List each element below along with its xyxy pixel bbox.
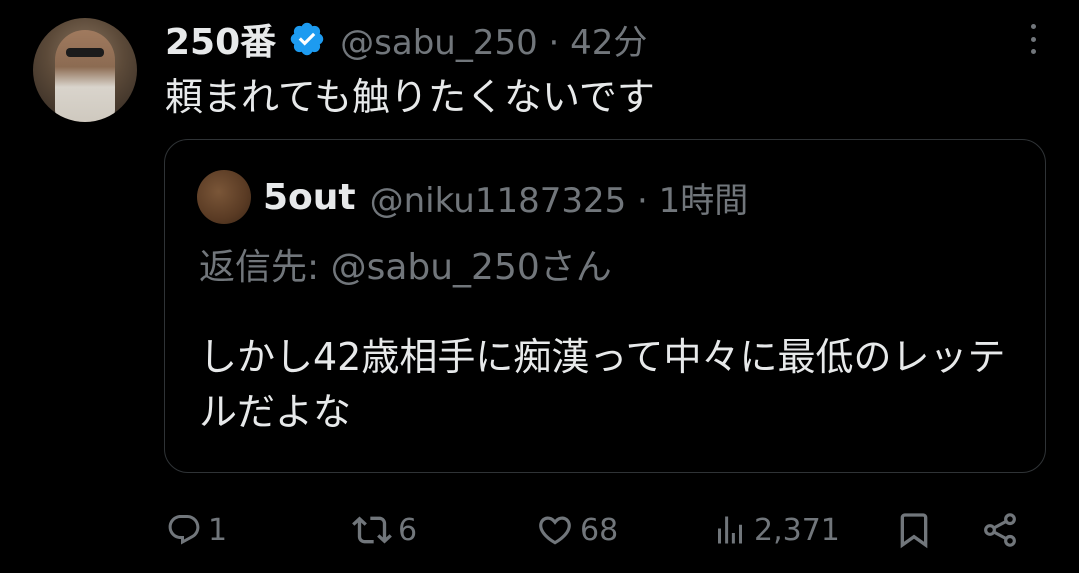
tweet-actions: 1 6 68 2,371 — [166, 505, 1026, 555]
more-options-icon[interactable] — [1029, 24, 1037, 54]
tweet-header: 250番 @sabu_250 · 42分 — [165, 14, 647, 64]
reply-count: 1 — [208, 512, 228, 548]
like-count: 68 — [580, 512, 619, 548]
quoted-reply-to: 返信先: @sabu_250さん — [199, 247, 612, 288]
retweet-icon — [352, 516, 392, 544]
author-display-name[interactable]: 250番 — [165, 13, 276, 65]
quoted-handle-and-time: @niku1187325 · 1時間 — [369, 180, 749, 221]
retweet-button[interactable]: 6 — [352, 505, 417, 555]
tweet-card[interactable]: 250番 @sabu_250 · 42分 頼まれても触りたくないです 5out … — [0, 0, 1079, 573]
quoted-tweet-text: しかし42歳相手に痴漢って中々に最低のレッテルだよな — [199, 335, 1006, 434]
avatar-photo — [55, 30, 115, 122]
share-button[interactable] — [980, 505, 1020, 555]
author-handle-and-time[interactable]: @sabu_250 · 42分 — [340, 15, 647, 64]
avatar-glasses — [66, 48, 104, 57]
heart-icon — [539, 516, 571, 545]
tweet-text: 頼まれても触りたくないです — [165, 75, 655, 119]
share-icon — [984, 513, 1016, 547]
avatar[interactable] — [33, 18, 137, 122]
quoted-tweet[interactable]: 5out @niku1187325 · 1時間 返信先: @sabu_250さん… — [164, 139, 1046, 473]
verified-badge-icon — [288, 20, 326, 58]
quoted-tweet-header: 5out @niku1187325 · 1時間 — [263, 172, 748, 222]
view-count: 2,371 — [754, 512, 840, 548]
bookmark-icon — [900, 513, 928, 549]
bookmark-button[interactable] — [894, 505, 934, 555]
quoted-avatar[interactable] — [197, 170, 251, 224]
views-button[interactable]: 2,371 — [712, 505, 840, 555]
retweet-count: 6 — [398, 512, 418, 548]
like-button[interactable]: 68 — [536, 505, 618, 555]
views-chart-icon — [718, 516, 742, 544]
reply-icon — [168, 515, 200, 545]
reply-button[interactable]: 1 — [166, 505, 227, 555]
quoted-display-name: 5out — [263, 176, 356, 218]
